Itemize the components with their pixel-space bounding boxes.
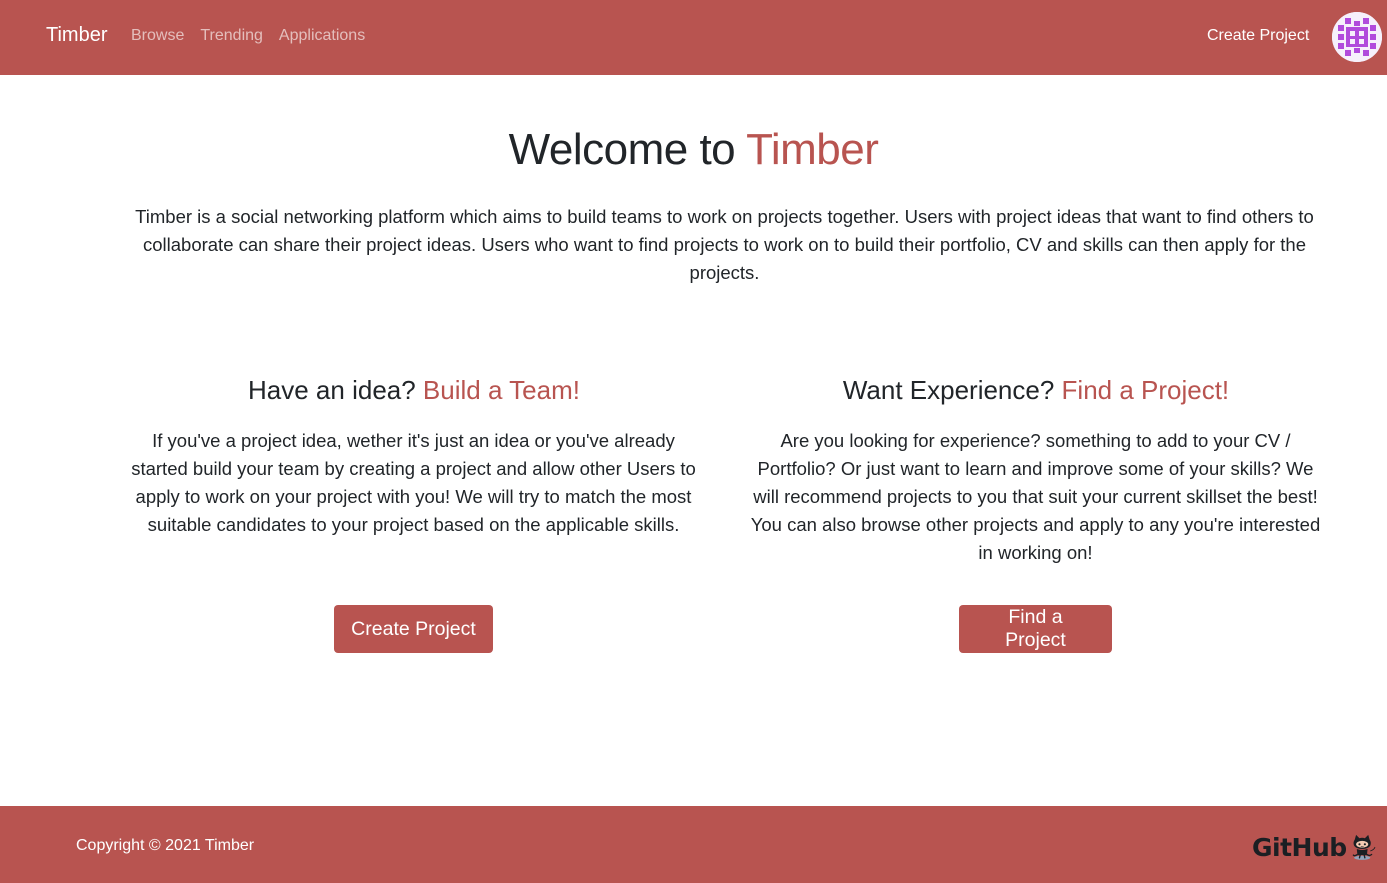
build-team-heading: Have an idea? Build a Team! bbox=[104, 375, 724, 406]
top-navbar: Timber Browse Trending Applications Crea… bbox=[0, 0, 1387, 75]
brand-link[interactable]: Timber bbox=[46, 24, 107, 47]
create-project-button[interactable]: Create Project bbox=[334, 605, 493, 653]
page-footer: Copyright © 2021 Timber GitHub bbox=[0, 806, 1387, 883]
nav-link-browse[interactable]: Browse bbox=[131, 27, 184, 45]
nav-link-applications[interactable]: Applications bbox=[279, 27, 365, 45]
github-wordmark: GitHub bbox=[1252, 832, 1347, 862]
page-title: Welcome to Timber bbox=[0, 125, 1387, 175]
copyright-text: Copyright © 2021 Timber bbox=[76, 837, 255, 854]
octocat-icon bbox=[1352, 834, 1376, 860]
identicon-avatar-icon bbox=[1332, 12, 1382, 62]
github-link[interactable]: GitHub bbox=[1252, 826, 1376, 868]
nav-links: Browse Trending Applications bbox=[131, 27, 365, 45]
user-avatar[interactable] bbox=[1332, 12, 1382, 62]
find-project-heading-accent: Find a Project! bbox=[1061, 375, 1230, 405]
page-title-prefix: Welcome to bbox=[508, 125, 747, 174]
build-team-heading-accent: Build a Team! bbox=[422, 375, 580, 405]
nav-link-trending[interactable]: Trending bbox=[200, 27, 263, 45]
find-project-heading: Want Experience? Find a Project! bbox=[726, 375, 1346, 406]
find-project-description: Are you looking for experience? somethin… bbox=[750, 430, 1321, 563]
page-title-accent: Timber bbox=[746, 125, 879, 174]
find-project-button[interactable]: Find a Project bbox=[959, 605, 1112, 653]
find-project-heading-prefix: Want Experience? bbox=[842, 375, 1062, 405]
build-team-heading-prefix: Have an idea? bbox=[248, 375, 423, 405]
nav-create-project-link[interactable]: Create Project bbox=[1207, 27, 1309, 45]
intro-paragraph: Timber is a social networking platform w… bbox=[135, 206, 1314, 283]
build-team-description: If you've a project idea, wether it's ju… bbox=[131, 430, 696, 535]
